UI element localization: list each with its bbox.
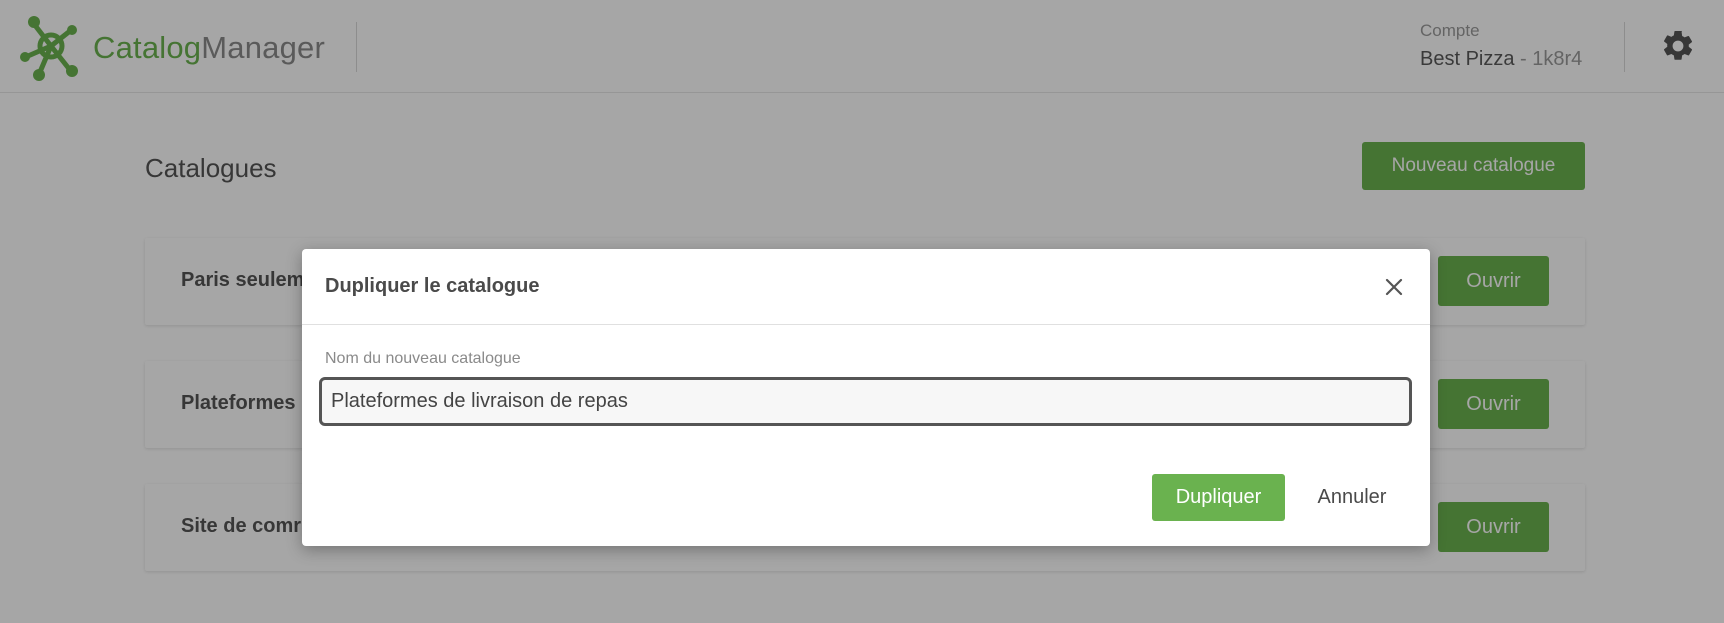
- close-icon[interactable]: [1378, 271, 1410, 303]
- catalog-name-label: Nom du nouveau catalogue: [325, 350, 521, 367]
- cancel-button[interactable]: Annuler: [1302, 474, 1402, 521]
- duplicate-button[interactable]: Dupliquer: [1152, 474, 1285, 521]
- dialog-title: Dupliquer le catalogue: [325, 275, 540, 297]
- catalog-name-input[interactable]: [319, 377, 1412, 426]
- duplicate-catalog-dialog: Dupliquer le catalogue Nom du nouveau ca…: [302, 249, 1430, 546]
- dialog-header: Dupliquer le catalogue: [302, 249, 1430, 325]
